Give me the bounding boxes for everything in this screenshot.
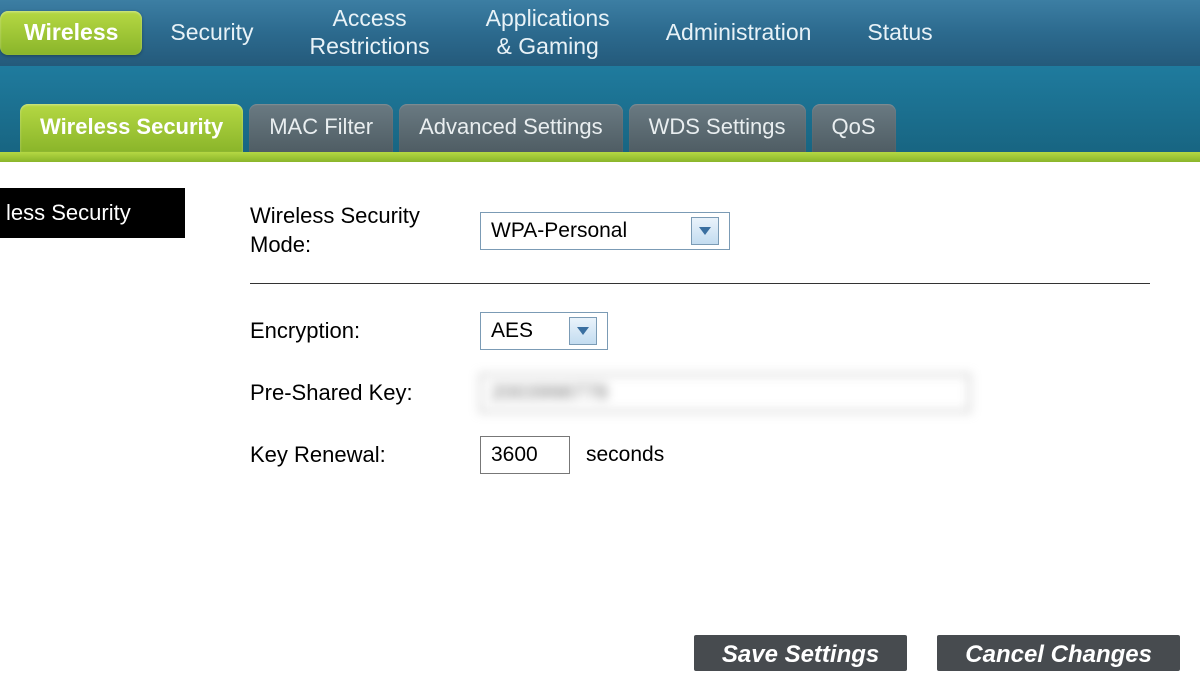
cancel-button[interactable]: Cancel Changes — [937, 635, 1180, 671]
save-button[interactable]: Save Settings — [694, 635, 907, 671]
label-seconds-suffix: seconds — [586, 443, 664, 467]
nav-status[interactable]: Status — [839, 0, 960, 66]
select-encryption-value: AES — [491, 319, 539, 343]
nav-access-restrictions[interactable]: Access Restrictions — [282, 0, 458, 66]
label-encryption: Encryption: — [250, 317, 480, 346]
input-key-renewal[interactable] — [480, 436, 570, 474]
select-security-mode-value: WPA-Personal — [491, 219, 633, 243]
content-area: less Security Wireless Security Mode: WP… — [0, 162, 1200, 508]
tab-qos[interactable]: QoS — [812, 104, 896, 152]
form-area: Wireless Security Mode: WPA-Personal Enc… — [190, 162, 1200, 508]
chevron-down-icon — [691, 217, 719, 245]
row-security-mode: Wireless Security Mode: WPA-Personal — [250, 202, 1150, 259]
input-pre-shared-key[interactable] — [480, 374, 970, 412]
tab-advanced-settings[interactable]: Advanced Settings — [399, 104, 622, 152]
tab-mac-filter[interactable]: MAC Filter — [249, 104, 393, 152]
nav-administration[interactable]: Administration — [638, 0, 840, 66]
label-key-renewal: Key Renewal: — [250, 441, 480, 470]
sub-navigation-wrap: Wireless Security MAC Filter Advanced Se… — [0, 66, 1200, 152]
nav-applications-gaming[interactable]: Applications & Gaming — [458, 0, 638, 66]
chevron-down-icon — [569, 317, 597, 345]
nav-security[interactable]: Security — [142, 0, 281, 66]
label-pre-shared-key: Pre-Shared Key: — [250, 379, 480, 408]
sub-navigation: Wireless Security MAC Filter Advanced Se… — [20, 104, 896, 152]
bottom-button-bar: Save Settings Cancel Changes — [694, 631, 1180, 675]
select-security-mode[interactable]: WPA-Personal — [480, 212, 730, 250]
row-key-renewal: Key Renewal: seconds — [250, 436, 1150, 474]
tab-wireless-security[interactable]: Wireless Security — [20, 104, 243, 152]
divider — [250, 283, 1150, 284]
top-navigation: Wireless Security Access Restrictions Ap… — [0, 0, 1200, 66]
left-column: less Security — [0, 162, 190, 508]
separator-strip — [0, 152, 1200, 162]
section-title: less Security — [0, 188, 185, 238]
select-encryption[interactable]: AES — [480, 312, 608, 350]
label-security-mode: Wireless Security Mode: — [250, 202, 480, 259]
nav-wireless[interactable]: Wireless — [0, 11, 142, 55]
row-pre-shared-key: Pre-Shared Key: — [250, 374, 1150, 412]
row-encryption: Encryption: AES — [250, 312, 1150, 350]
tab-wds-settings[interactable]: WDS Settings — [629, 104, 806, 152]
